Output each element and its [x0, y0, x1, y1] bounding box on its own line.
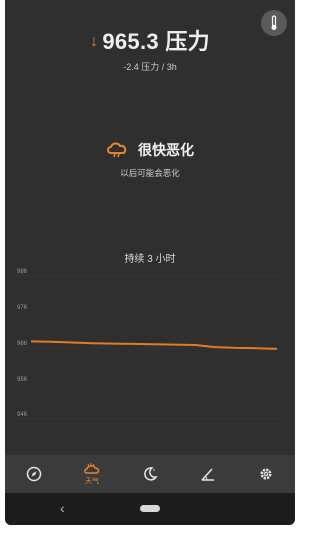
pressure-value: 965.3 压力 [102, 29, 210, 54]
angle-icon [201, 468, 214, 481]
y-tick-label: 956 [17, 377, 28, 383]
nav-angle[interactable] [188, 457, 228, 491]
bottom-navigation: 天气 [5, 455, 295, 493]
nav-weather[interactable]: 天气 [72, 457, 112, 491]
system-navigation-bar: ‹ [5, 493, 295, 525]
forecast-label: 很快恶化 [138, 142, 194, 158]
nav-compass[interactable] [14, 457, 54, 491]
nav-settings[interactable] [246, 457, 286, 491]
forecast-row: 很快恶化 [5, 140, 295, 160]
weather-icon [84, 463, 100, 474]
home-button[interactable] [140, 505, 160, 512]
back-button[interactable]: ‹ [60, 500, 65, 516]
nav-night[interactable] [130, 457, 170, 491]
forecast-subtitle: 以后可能会恶化 [120, 168, 180, 178]
pressure-trend: -2.4 压力 / 3h [123, 62, 177, 72]
y-tick-label: 946 [17, 412, 28, 418]
settings-gear-icon [260, 468, 272, 480]
y-tick-label: 986 [17, 269, 28, 275]
arrow-down-icon: ↓ [90, 33, 99, 50]
app-screen: ↓ 965.3 压力 -2.4 压力 / 3h 很快恶化 以后可能会恶化 持续 3… [5, 0, 295, 525]
compass-icon [26, 466, 42, 482]
y-tick-label: 976 [17, 305, 28, 311]
pressure-chart: 986 976 966 956 946 [15, 269, 281, 420]
pressure-header: ↓ 965.3 压力 [5, 24, 295, 56]
cloud-rain-icon [107, 142, 127, 158]
y-tick-label: 966 [17, 341, 28, 347]
nav-weather-label: 天气 [85, 478, 99, 485]
moon-night-icon [144, 467, 158, 481]
